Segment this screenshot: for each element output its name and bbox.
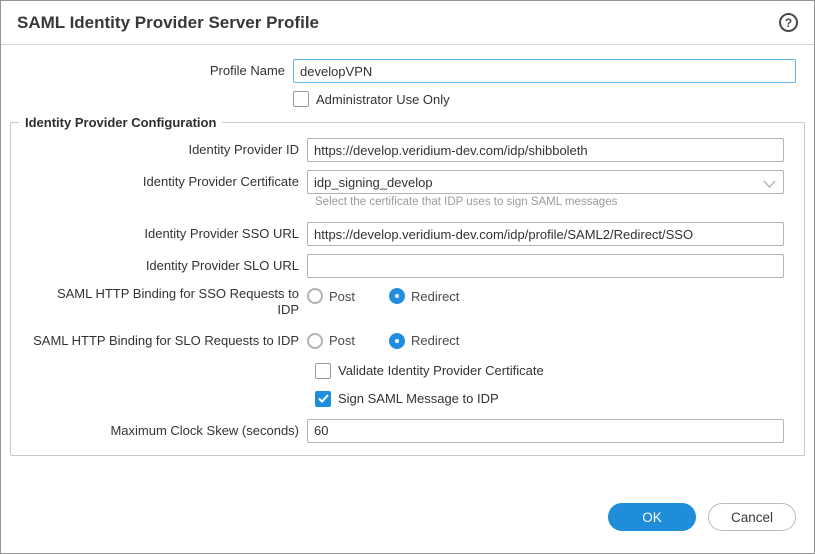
validate-cert-checkbox[interactable] [315,363,331,379]
idp-config-legend: Identity Provider Configuration [19,115,222,130]
saml-idp-dialog: SAML Identity Provider Server Profile ? … [0,0,815,554]
idp-id-label: Identity Provider ID [11,142,307,158]
sso-binding-post-option[interactable]: Post [307,288,355,304]
validate-cert-label: Validate Identity Provider Certificate [338,363,544,378]
admin-only-checkbox[interactable] [293,91,309,107]
idp-cert-label: Identity Provider Certificate [11,174,307,190]
admin-only-checkbox-row[interactable]: Administrator Use Only [293,91,796,107]
profile-name-row: Profile Name [1,59,814,83]
slo-binding-radio-group: Post Redirect [307,333,784,349]
ok-button[interactable]: OK [608,503,696,531]
idp-id-row: Identity Provider ID [11,138,804,162]
form-area: Profile Name Administrator Use Only Iden… [1,45,814,456]
slo-binding-post-option[interactable]: Post [307,333,355,349]
slo-binding-label: SAML HTTP Binding for SLO Requests to ID… [11,333,307,349]
admin-only-label: Administrator Use Only [316,92,450,107]
slo-binding-redirect-option[interactable]: Redirect [389,333,459,349]
dialog-title: SAML Identity Provider Server Profile [17,13,779,33]
idp-cert-hint: Select the certificate that IDP uses to … [11,196,804,208]
sso-binding-redirect-option[interactable]: Redirect [389,288,459,304]
chevron-down-icon[interactable] [763,177,776,192]
slo-binding-row: SAML HTTP Binding for SLO Requests to ID… [11,333,804,349]
idp-cert-selected-value: idp_signing_develop [314,175,433,190]
sso-binding-post-radio[interactable] [307,288,323,304]
slo-url-input[interactable] [307,254,784,278]
profile-name-input[interactable] [293,59,796,83]
clock-skew-label: Maximum Clock Skew (seconds) [11,423,307,439]
clock-skew-input[interactable] [307,419,784,443]
idp-config-group: Identity Provider Configuration Identity… [10,115,805,456]
idp-cert-row: Identity Provider Certificate idp_signin… [11,170,804,194]
admin-only-row: Administrator Use Only [1,91,814,107]
sso-binding-radio-group: Post Redirect [307,288,784,304]
dialog-footer: OK Cancel [608,503,796,531]
profile-name-label: Profile Name [1,63,293,79]
clock-skew-row: Maximum Clock Skew (seconds) [11,419,804,443]
help-icon[interactable]: ? [779,13,798,32]
dialog-header: SAML Identity Provider Server Profile ? [1,1,814,45]
slo-url-row: Identity Provider SLO URL [11,254,804,278]
slo-url-label: Identity Provider SLO URL [11,258,307,274]
sso-url-label: Identity Provider SSO URL [11,226,307,242]
idp-id-input[interactable] [307,138,784,162]
validate-cert-checkbox-row[interactable]: Validate Identity Provider Certificate [11,363,804,379]
sign-saml-label: Sign SAML Message to IDP [338,391,499,406]
check-icon [318,394,329,403]
slo-binding-post-radio[interactable] [307,333,323,349]
sign-saml-checkbox[interactable] [315,391,331,407]
sso-url-row: Identity Provider SSO URL [11,222,804,246]
sso-binding-redirect-radio[interactable] [389,288,405,304]
sso-binding-row: SAML HTTP Binding for SSO Requests to ID… [11,286,804,319]
idp-cert-select[interactable]: idp_signing_develop [307,170,784,194]
sso-url-input[interactable] [307,222,784,246]
slo-binding-redirect-radio[interactable] [389,333,405,349]
sign-saml-checkbox-row[interactable]: Sign SAML Message to IDP [11,391,804,407]
cancel-button[interactable]: Cancel [708,503,796,531]
sso-binding-label: SAML HTTP Binding for SSO Requests to ID… [47,286,299,319]
